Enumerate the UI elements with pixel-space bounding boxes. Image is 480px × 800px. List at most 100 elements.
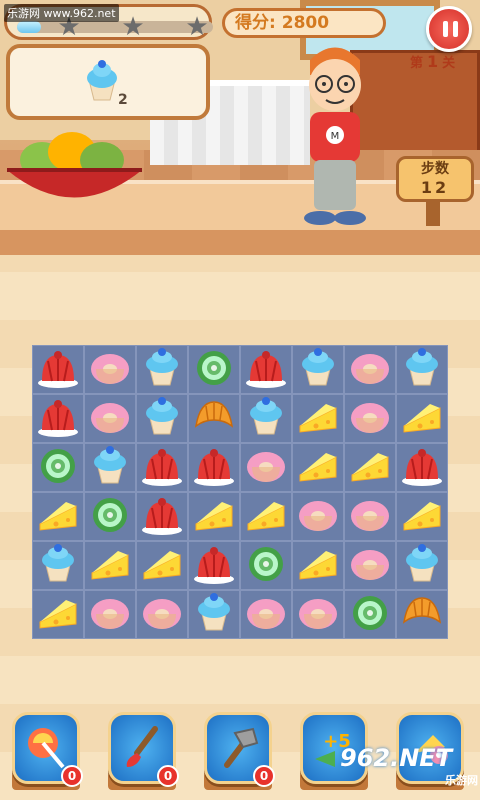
grid-cell[interactable] [292,394,344,443]
grid-cell[interactable] [136,590,188,639]
grid-cell[interactable] [84,590,136,639]
grid-cell[interactable] [32,443,84,492]
grid-cell[interactable] [84,345,136,394]
donut-piece-icon [348,396,392,442]
grid-cell[interactable] [292,492,344,541]
grid-cell[interactable] [136,394,188,443]
candy-piece-icon [192,347,236,393]
grid-cell[interactable] [136,443,188,492]
cupcake-piece-icon [296,347,340,393]
level-number: 1 [427,52,439,71]
grid-cell[interactable] [344,443,396,492]
grid-cell[interactable] [136,492,188,541]
grid-cell[interactable] [136,345,188,394]
cupcake-piece-icon [36,543,80,589]
grid-cell[interactable] [240,345,292,394]
grid-cell[interactable] [240,443,292,492]
level-prefix: 第 [410,56,424,71]
donut-piece-icon [140,592,184,638]
site-watermark: 乐游网 www.962.net [4,4,119,22]
cheese-piece-icon [36,494,80,540]
candy-piece-icon [36,445,80,491]
grid-cell[interactable] [344,541,396,590]
grid-cell[interactable] [396,492,448,541]
grid-cell[interactable] [136,541,188,590]
grid-cell[interactable] [84,394,136,443]
grid-cell[interactable] [396,541,448,590]
grid-cell[interactable] [32,345,84,394]
grid-cell[interactable] [32,590,84,639]
moves-title: 步数 [421,161,449,177]
cupcake-piece-icon [192,592,236,638]
grid-cell[interactable] [240,541,292,590]
grid-cell[interactable] [188,541,240,590]
grid-cell[interactable] [84,541,136,590]
donut-piece-icon [88,347,132,393]
donut-piece-icon [348,543,392,589]
moves-value: 12 [420,178,450,197]
grid-cell[interactable] [396,443,448,492]
cheese-piece-icon [348,445,392,491]
donut-piece-icon [244,445,288,491]
pause-icon [443,21,448,37]
grid-cell[interactable] [188,492,240,541]
cheese-piece-icon [88,543,132,589]
jelly-piece-icon [244,347,288,393]
donut-piece-icon [88,592,132,638]
grid-cell[interactable] [32,541,84,590]
goal-card: 2 [6,44,210,120]
grid-cell[interactable] [292,590,344,639]
grid-cell[interactable] [344,394,396,443]
level-indicator: 第1关 [410,52,455,71]
grid-cell[interactable] [188,443,240,492]
match3-grid [32,345,448,639]
site-logo: 962.NET 乐游网 [340,744,478,798]
powerup-count: 0 [253,765,275,787]
star-icon: ★ [121,12,145,42]
grid-cell[interactable] [292,541,344,590]
paintbrush-powerup-button[interactable]: 0 [108,712,179,787]
grid-cell[interactable] [396,394,448,443]
hammer-powerup-button[interactable]: 0 [204,712,275,787]
grid-cell[interactable] [240,590,292,639]
grid-cell[interactable] [84,492,136,541]
grid-cell[interactable] [240,394,292,443]
fruit-bowl-icon [7,132,142,198]
grid-cell[interactable] [32,394,84,443]
cupcake-piece-icon [88,445,132,491]
cheese-piece-icon [400,494,444,540]
star-icon: ★ [185,12,209,42]
grid-cell[interactable] [344,492,396,541]
grid-cell[interactable] [344,345,396,394]
grid-cell[interactable] [188,394,240,443]
blue-cupcake-icon [87,60,117,101]
cupcake-piece-icon [400,347,444,393]
cheese-piece-icon [244,494,288,540]
cupcake-piece-icon [140,347,184,393]
grid-cell[interactable] [240,492,292,541]
grid-cell[interactable] [292,443,344,492]
jelly-piece-icon [140,494,184,540]
grid-cell[interactable] [84,443,136,492]
lollipop-powerup-button[interactable]: 0 [12,712,83,787]
cupcake-piece-icon [400,543,444,589]
donut-piece-icon [348,494,392,540]
grid-cell[interactable] [188,345,240,394]
powerup-count: 0 [61,765,83,787]
grid-cell[interactable] [188,590,240,639]
donut-piece-icon [348,347,392,393]
donut-piece-icon [88,396,132,442]
grid-cell[interactable] [344,590,396,639]
cheese-piece-icon [296,445,340,491]
grid-cell[interactable] [32,492,84,541]
boy-character: M [304,47,366,225]
grid-cell[interactable] [396,345,448,394]
grid-cell[interactable] [396,590,448,639]
grid-cell[interactable] [292,345,344,394]
pause-button[interactable] [426,6,472,52]
powerup-count: 0 [157,765,179,787]
score-value: 2800 [281,13,330,33]
cheese-piece-icon [400,396,444,442]
donut-piece-icon [244,592,288,638]
pause-icon [453,21,458,37]
